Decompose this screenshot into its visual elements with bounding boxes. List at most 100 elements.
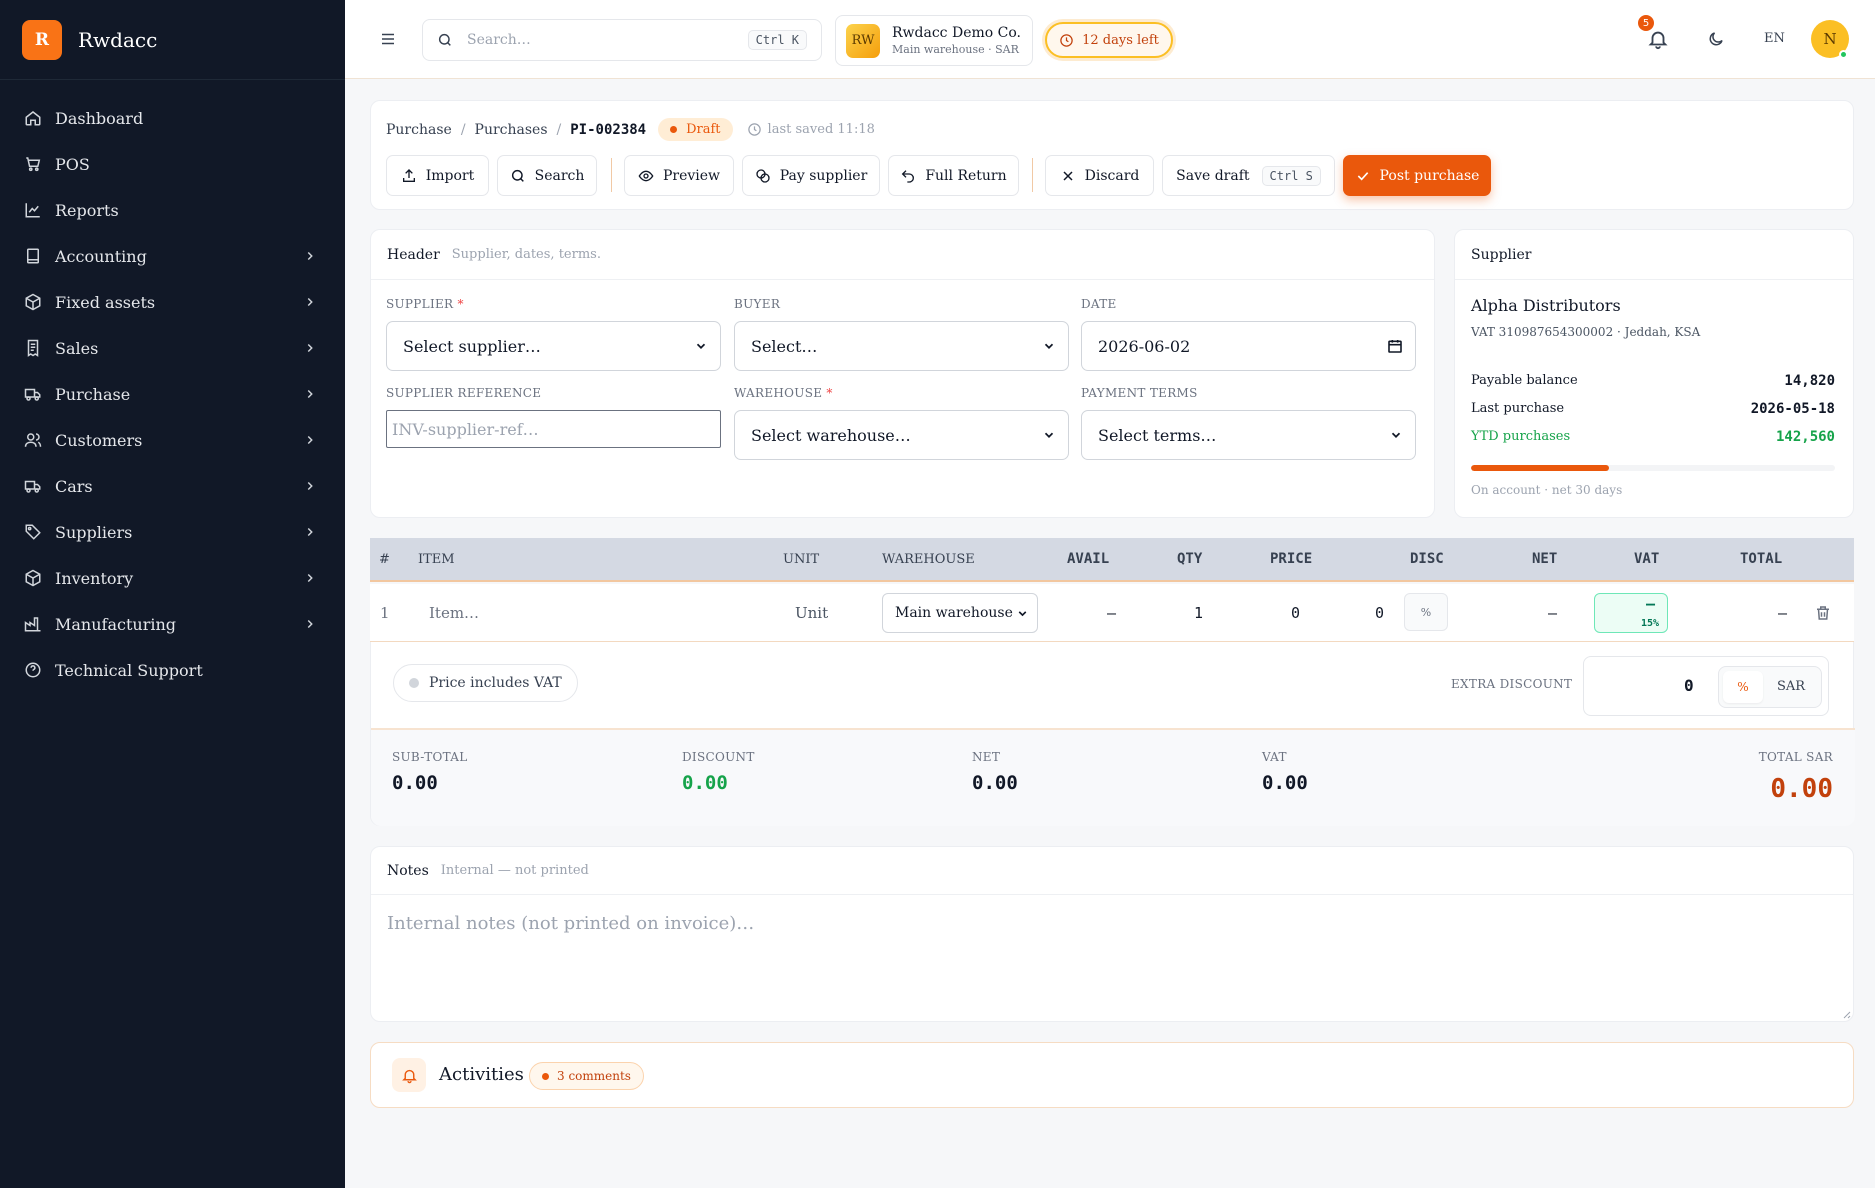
date-field[interactable]: 2026-06-02 <box>1081 321 1416 371</box>
sidebar-item-accounting[interactable]: Accounting <box>0 233 345 279</box>
close-icon <box>1063 170 1073 181</box>
chevron-right-icon <box>307 435 313 445</box>
ytd-purchases-value: 142,560 <box>1775 429 1835 445</box>
price-includes-vat-toggle[interactable]: Price includes VAT <box>393 664 578 702</box>
import-label: Import <box>425 167 475 184</box>
total-cell: – <box>1778 604 1788 622</box>
warehouse-select[interactable]: Select warehouse… <box>734 410 1069 460</box>
payment-terms-label: PAYMENT TERMS <box>1081 386 1198 400</box>
eye-icon <box>638 170 654 181</box>
sidebar-item-purchase[interactable]: Purchase <box>0 371 345 417</box>
full-return-button[interactable]: Full Return <box>888 155 1019 196</box>
last-saved-text: last saved 11:18 <box>767 122 875 137</box>
sidebar-item-fixed-assets[interactable]: Fixed assets <box>0 279 345 325</box>
comments-count: 3 comments <box>557 1069 631 1083</box>
sidebar-item-reports[interactable]: Reports <box>0 187 345 233</box>
vat-cell[interactable]: – 15% <box>1594 593 1668 633</box>
supplier-reference-input[interactable]: INV-supplier-ref… <box>386 410 721 448</box>
sidebar-item-label: Sales <box>55 338 99 358</box>
col-vat: VAT <box>1634 551 1660 567</box>
disc-type-toggle[interactable]: % <box>1404 593 1448 631</box>
header-card: Header Supplier, dates, terms. <box>370 229 1435 518</box>
totals-summary: SUB-TOTAL 0.00 DISCOUNT 0.00 NET 0.00 VA… <box>371 728 1855 826</box>
header-card-title: Header <box>387 246 440 263</box>
discard-label: Discard <box>1084 167 1140 184</box>
grand-total-value: 0.00 <box>1770 774 1833 804</box>
notes-textarea[interactable]: Internal notes (not printed on invoice)… <box>387 913 754 934</box>
sidebar-item-pos[interactable]: POS <box>0 141 345 187</box>
breadcrumb-separator: / <box>556 121 562 138</box>
col-item: ITEM <box>418 552 455 567</box>
chevron-down-icon <box>1391 432 1401 438</box>
extra-discount-percent[interactable]: % <box>1723 671 1763 703</box>
breadcrumb-purchase[interactable]: Purchase <box>386 122 452 138</box>
sidebar-item-technical-support[interactable]: Technical Support <box>0 647 345 693</box>
language-switcher[interactable]: EN <box>1764 31 1785 46</box>
qty-input[interactable]: 1 <box>1167 604 1203 622</box>
pay-supplier-button[interactable]: Pay supplier <box>742 155 880 196</box>
table-row: 1 Item… Unit Main warehouse – 1 0 0 % – … <box>370 584 1854 642</box>
row-warehouse-value: Main warehouse <box>895 605 1013 621</box>
price-input[interactable]: 0 <box>1260 604 1300 622</box>
sidebar-item-cars[interactable]: Cars <box>0 463 345 509</box>
item-input[interactable]: Item… <box>429 604 479 622</box>
moon-icon[interactable] <box>1707 30 1725 48</box>
col-net: NET <box>1532 551 1558 567</box>
chevron-right-icon <box>307 251 313 261</box>
sidebar-item-dashboard[interactable]: Dashboard <box>0 95 345 141</box>
payment-terms-select[interactable]: Select terms… <box>1081 410 1416 460</box>
extra-discount-field[interactable]: 0 % SAR <box>1583 656 1829 716</box>
sidebar-item-manufacturing[interactable]: Manufacturing <box>0 601 345 647</box>
tag-icon <box>25 524 41 540</box>
col-num: # <box>379 552 390 567</box>
company-switcher[interactable]: RW Rwdacc Demo Co. Main warehouse · SAR <box>835 15 1033 66</box>
supplier-select[interactable]: Select supplier… <box>386 321 721 371</box>
payable-balance-label: Payable balance <box>1471 373 1578 388</box>
menu-icon[interactable] <box>378 30 398 48</box>
unit-cell[interactable]: Unit <box>795 604 828 622</box>
sidebar-nav: Dashboard POS Reports Accounting Fixed a… <box>0 80 345 693</box>
activities-title: Activities <box>439 1064 524 1085</box>
calendar-icon[interactable] <box>1387 338 1403 354</box>
buyer-select[interactable]: Select… <box>734 321 1069 371</box>
extra-discount-type-toggle[interactable]: % SAR <box>1718 666 1822 708</box>
breadcrumb-purchases[interactable]: Purchases <box>475 122 548 138</box>
post-purchase-button[interactable]: Post purchase <box>1343 155 1491 196</box>
extra-discount-currency[interactable]: SAR <box>1777 679 1805 694</box>
toggle-dot <box>409 678 419 688</box>
trial-badge[interactable]: 12 days left <box>1045 22 1173 58</box>
company-name: Rwdacc Demo Co. <box>892 25 1021 41</box>
row-warehouse-select[interactable]: Main warehouse <box>882 593 1038 633</box>
activities-card[interactable]: Activities 3 comments <box>370 1042 1854 1108</box>
chevron-right-icon <box>307 389 313 399</box>
net-label: NET <box>972 750 1001 764</box>
bell-icon[interactable] <box>1647 28 1669 50</box>
full-return-label: Full Return <box>925 167 1007 184</box>
resize-handle-icon[interactable] <box>1841 1009 1851 1019</box>
clock-icon <box>747 123 761 136</box>
activities-icon-box <box>392 1058 426 1092</box>
chevron-right-icon <box>307 527 313 537</box>
preview-button[interactable]: Preview <box>624 155 734 196</box>
search-label: Search <box>534 167 585 184</box>
trash-icon[interactable] <box>1814 604 1832 622</box>
check-icon <box>1357 171 1368 180</box>
sidebar-item-inventory[interactable]: Inventory <box>0 555 345 601</box>
brand[interactable]: R Rwdacc <box>0 0 345 80</box>
sidebar-item-sales[interactable]: Sales <box>0 325 345 371</box>
disc-input[interactable]: 0 <box>1350 604 1384 622</box>
import-button[interactable]: Import <box>386 155 489 196</box>
search-input[interactable]: Search… Ctrl K <box>422 19 822 61</box>
sidebar-item-suppliers[interactable]: Suppliers <box>0 509 345 555</box>
save-draft-button[interactable]: Save draft Ctrl S <box>1162 155 1335 196</box>
extra-discount-value[interactable]: 0 <box>1684 676 1694 695</box>
avail-cell: – <box>1107 604 1117 622</box>
search-button[interactable]: Search <box>497 155 597 196</box>
car-icon <box>24 480 41 493</box>
pay-supplier-label: Pay supplier <box>779 167 868 184</box>
discard-button[interactable]: Discard <box>1045 155 1154 196</box>
bell-icon <box>401 1069 417 1083</box>
sidebar-item-customers[interactable]: Customers <box>0 417 345 463</box>
net-cell: – <box>1548 604 1558 622</box>
lines-table-header: # ITEM UNIT WAREHOUSE AVAIL QTY PRICE DI… <box>370 538 1854 582</box>
